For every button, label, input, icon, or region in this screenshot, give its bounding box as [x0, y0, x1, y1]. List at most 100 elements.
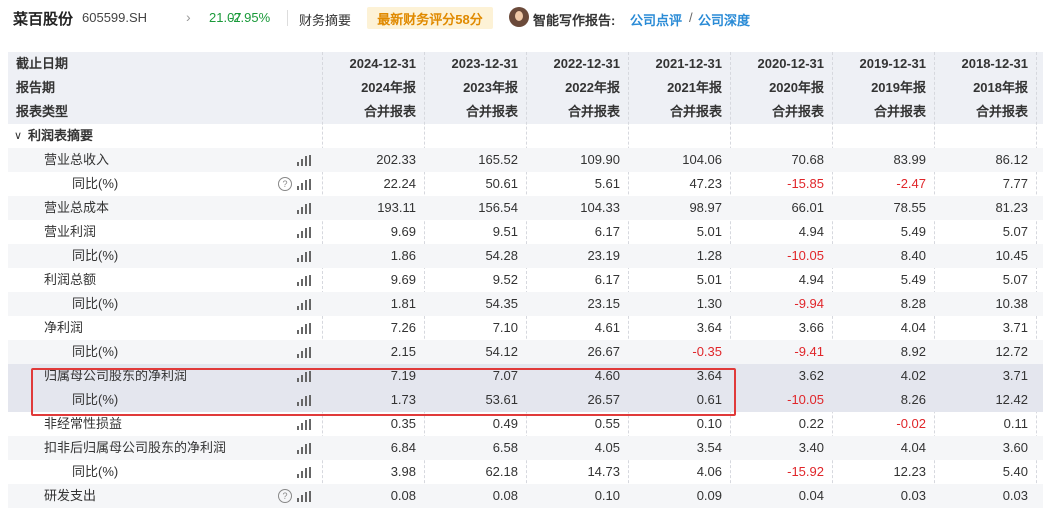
table-cell: 8.28: [900, 296, 926, 311]
top-bar: 菜百股份 605599.SH › 21.07 -2.95% 财务摘要 最新财务评…: [0, 0, 1043, 36]
table-cell: 4.94: [798, 272, 824, 287]
table-cell: 202.33: [376, 152, 416, 167]
column-header: 2024-12-31: [349, 56, 417, 71]
bar-chart-icon[interactable]: [297, 323, 311, 334]
table-row[interactable]: 研发支出? 0.08 0.08 0.10 0.09 0.04 0.03 0.03: [8, 484, 1043, 508]
stock-name[interactable]: 菜百股份: [13, 8, 73, 29]
table-cell: 6.84: [390, 440, 416, 455]
bar-chart-icon[interactable]: [297, 179, 311, 190]
bar-chart-icon[interactable]: [297, 443, 311, 454]
table-cell: 3.71: [1002, 368, 1028, 383]
table-cell: 7.26: [390, 320, 416, 335]
table-row[interactable]: 扣非后归属母公司股东的净利润 6.84 6.58 4.05 3.54 3.40 4.04 3.…: [8, 436, 1043, 460]
bar-chart-icon[interactable]: [297, 227, 311, 238]
table-cell: 23.19: [587, 248, 620, 263]
row-label: 研发支出: [44, 488, 97, 503]
column-header: 2024年报: [361, 80, 416, 95]
table-cell: -0.35: [692, 344, 722, 359]
table-cell: 4.61: [594, 320, 620, 335]
financial-score-badge[interactable]: 最新财务评分58分: [367, 7, 493, 29]
table-cell: 4.04: [900, 440, 926, 455]
table-cell: 8.92: [900, 344, 926, 359]
section-header[interactable]: ∨ 利润表摘要: [8, 124, 1043, 148]
avatar: [509, 7, 529, 27]
table-cell: 6.58: [492, 440, 518, 455]
column-header: 合并报表: [873, 104, 926, 119]
table-cell: 9.51: [492, 224, 518, 239]
table-cell: 3.40: [798, 440, 824, 455]
row-label: 营业利润: [44, 224, 97, 239]
header-label: 截止日期: [16, 56, 69, 71]
table-cell: 1.28: [696, 248, 722, 263]
table-cell: 5.61: [594, 176, 620, 191]
table-cell: 14.73: [587, 464, 620, 479]
table-row[interactable]: 营业总成本 193.11 156.54 104.33 98.97 66.01 78.55 81…: [8, 196, 1043, 220]
table-cell: 10.45: [995, 248, 1028, 263]
bar-chart-icon[interactable]: [297, 299, 311, 310]
table-row[interactable]: 营业利润 9.69 9.51 6.17 5.01 4.94 5.49 5.07: [8, 220, 1043, 244]
table-cell: 66.01: [791, 200, 824, 215]
table-cell: 4.02: [900, 368, 926, 383]
table-cell: 7.10: [492, 320, 518, 335]
company-review-link[interactable]: 公司点评: [630, 10, 682, 29]
table-row[interactable]: 净利润 7.26 7.10 4.61 3.64 3.66 4.04 3.71: [8, 316, 1043, 340]
financial-summary-tab[interactable]: 财务摘要: [299, 10, 351, 29]
table-row[interactable]: 同比(%) 3.98 62.18 14.73 4.06 -15.92 12.23 5.40: [8, 460, 1043, 484]
row-label: 同比(%): [72, 176, 119, 191]
caret-down-icon[interactable]: ∨: [14, 124, 22, 148]
row-label: 净利润: [44, 320, 84, 335]
table-cell: 3.64: [696, 320, 722, 335]
table-cell: 0.03: [1002, 488, 1028, 503]
table-row[interactable]: 同比(%) 2.15 54.12 26.67 -0.35 -9.41 8.92 12.72: [8, 340, 1043, 364]
bar-chart-icon[interactable]: [297, 203, 311, 214]
table-cell: 47.23: [689, 176, 722, 191]
row-label: 营业总收入: [44, 152, 110, 167]
bar-chart-icon[interactable]: [297, 491, 311, 502]
table-row[interactable]: 同比(%) 1.86 54.28 23.19 1.28 -10.05 8.40 10.45: [8, 244, 1043, 268]
table-cell: 78.55: [893, 200, 926, 215]
table-cell: 70.68: [791, 152, 824, 167]
table-cell: 3.98: [390, 464, 416, 479]
table-cell: -15.85: [787, 176, 824, 191]
column-header: 合并报表: [465, 104, 518, 119]
bar-chart-icon[interactable]: [297, 155, 311, 166]
bar-chart-icon[interactable]: [297, 251, 311, 262]
table-cell: 156.54: [478, 200, 518, 215]
help-circle-icon[interactable]: ?: [278, 489, 292, 503]
table-cell: 12.72: [995, 344, 1028, 359]
table-cell: 86.12: [995, 152, 1028, 167]
table-cell: 0.08: [492, 488, 518, 503]
section-title: 利润表摘要: [28, 128, 94, 143]
help-circle-icon[interactable]: ?: [278, 177, 292, 191]
table-cell: 9.69: [390, 272, 416, 287]
table-cell: 0.03: [900, 488, 926, 503]
row-label: 同比(%): [72, 464, 119, 479]
table-row[interactable]: 同比(%) 1.81 54.35 23.15 1.30 -9.94 8.28 10.38: [8, 292, 1043, 316]
row-label: 扣非后归属母公司股东的净利润: [44, 440, 227, 455]
table-cell: 54.12: [485, 344, 518, 359]
highlight-box: [31, 368, 736, 416]
column-header: 2023-12-31: [451, 56, 519, 71]
table-row[interactable]: 利润总额 9.69 9.52 6.17 5.01 4.94 5.49 5.07: [8, 268, 1043, 292]
company-depth-link[interactable]: 公司深度: [698, 10, 750, 29]
row-label: 同比(%): [72, 248, 119, 263]
table-cell: 7.77: [1002, 176, 1028, 191]
table-cell: -2.47: [896, 176, 926, 191]
bar-chart-icon[interactable]: [297, 347, 311, 358]
bar-chart-icon[interactable]: [297, 419, 311, 430]
table-cell: 6.17: [594, 272, 620, 287]
column-header: 2019-12-31: [859, 56, 927, 71]
table-cell: 26.67: [587, 344, 620, 359]
bar-chart-icon[interactable]: [297, 467, 311, 478]
table-cell: 3.66: [798, 320, 824, 335]
table-cell: -15.92: [787, 464, 824, 479]
column-header: 2022年报: [565, 80, 620, 95]
table-row[interactable]: 同比(%)? 22.24 50.61 5.61 47.23 -15.85 -2.47 7.77: [8, 172, 1043, 196]
stock-change: -2.95%: [229, 10, 271, 25]
bar-chart-icon[interactable]: [297, 275, 311, 286]
chevron-right-icon[interactable]: ›: [186, 9, 191, 25]
table-cell: 1.86: [390, 248, 416, 263]
table-cell: 3.60: [1002, 440, 1028, 455]
table-cell: 104.33: [580, 200, 620, 215]
table-row[interactable]: 营业总收入 202.33 165.52 109.90 104.06 70.68 83.99 8…: [8, 148, 1043, 172]
